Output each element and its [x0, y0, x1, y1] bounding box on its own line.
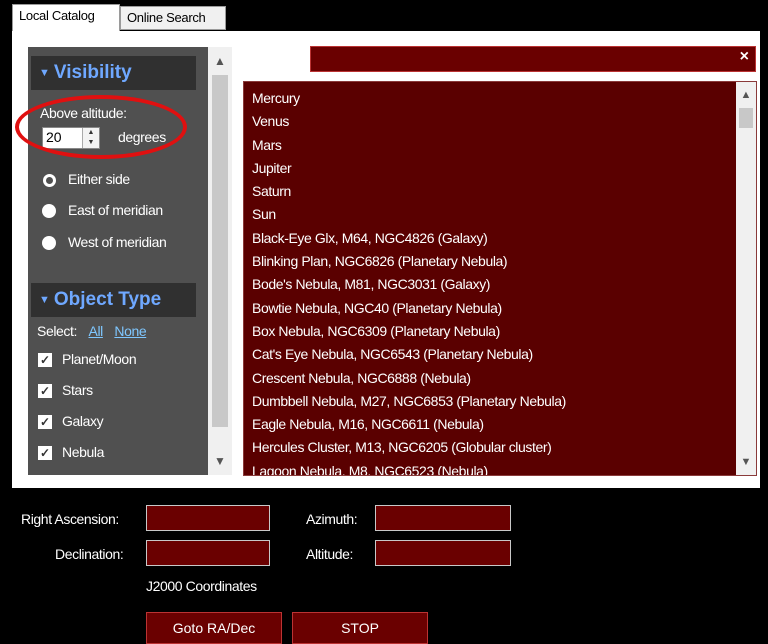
- list-item[interactable]: Bode's Nebula, M81, NGC3031 (Galaxy): [252, 273, 566, 296]
- either-side-label: Either side: [68, 171, 130, 187]
- object-list[interactable]: Mercury Venus Mars Jupiter Saturn Sun Black-Ey…: [243, 81, 757, 476]
- search-input[interactable]: ×: [310, 46, 756, 72]
- epoch-label: J2000 Coordinates: [146, 578, 257, 594]
- visibility-title: Visibility: [53, 62, 132, 84]
- highlight-annotation: [15, 95, 187, 159]
- list-item[interactable]: Cat's Eye Nebula, NGC6543 (Planetary Neb…: [252, 343, 566, 366]
- list-item[interactable]: Blinking Plan, NGC6826 (Planetary Nebula…: [252, 250, 566, 273]
- list-item[interactable]: Lagoon Nebula, M8, NGC6523 (Nebula): [252, 460, 566, 475]
- stars-label: Stars: [62, 382, 93, 398]
- list-item[interactable]: Dumbbell Nebula, M27, NGC6853 (Planetary…: [252, 390, 566, 413]
- list-item[interactable]: Mars: [252, 134, 566, 157]
- object-type-title: Object Type: [53, 289, 162, 311]
- nebula-label: Nebula: [62, 444, 104, 460]
- goto-button[interactable]: Goto RA/Dec: [146, 612, 282, 644]
- select-none-link[interactable]: None: [114, 323, 146, 339]
- list-item[interactable]: Black-Eye Glx, M64, NGC4826 (Galaxy): [252, 227, 566, 250]
- checkbox-stars[interactable]: ✓: [38, 384, 52, 398]
- filter-scrollbar[interactable]: ▲ ▼: [208, 47, 232, 475]
- list-item[interactable]: Jupiter: [252, 157, 566, 180]
- ra-label: Right Ascension:: [21, 511, 119, 527]
- checkbox-nebula[interactable]: ✓: [38, 446, 52, 460]
- list-item[interactable]: Crescent Nebula, NGC6888 (Nebula): [252, 367, 566, 390]
- stop-button[interactable]: STOP: [292, 612, 428, 644]
- scrollbar-thumb[interactable]: [212, 75, 228, 427]
- list-item[interactable]: Venus: [252, 110, 566, 133]
- azimuth-field[interactable]: [375, 505, 511, 531]
- checkbox-planet-moon[interactable]: ✓: [38, 353, 52, 367]
- search-label: Search:: [245, 51, 294, 67]
- azimuth-label: Azimuth:: [306, 511, 358, 527]
- list-item[interactable]: Hercules Cluster, M13, NGC6205 (Globular…: [252, 436, 566, 459]
- dec-label: Declination:: [55, 546, 124, 562]
- list-scroll-up-icon[interactable]: ▲: [736, 85, 756, 105]
- radio-west-of-meridian[interactable]: [42, 236, 56, 250]
- tab-strip: Local Catalog Online Search: [0, 0, 768, 33]
- object-list-items: Mercury Venus Mars Jupiter Saturn Sun Black-Ey…: [252, 87, 566, 475]
- tab-online-search[interactable]: Online Search: [120, 6, 226, 30]
- altitude-field[interactable]: [375, 540, 511, 566]
- select-row: Select: All None: [37, 323, 147, 339]
- tab-local-catalog[interactable]: Local Catalog: [12, 4, 120, 32]
- radio-east-of-meridian[interactable]: [42, 204, 56, 218]
- select-label: Select:: [37, 323, 77, 339]
- list-scrollbar-thumb[interactable]: [739, 108, 753, 128]
- visibility-header[interactable]: ▼ Visibility: [31, 56, 196, 90]
- list-item[interactable]: Sun: [252, 203, 566, 226]
- collapse-icon: ▼: [39, 294, 50, 306]
- altitude-label: Altitude:: [306, 546, 353, 562]
- scroll-up-icon[interactable]: ▲: [208, 51, 232, 71]
- collapse-icon: ▼: [39, 67, 50, 79]
- scroll-down-icon[interactable]: ▼: [208, 451, 232, 471]
- list-item[interactable]: Bowtie Nebula, NGC40 (Planetary Nebula): [252, 297, 566, 320]
- object-type-header[interactable]: ▼ Object Type: [31, 283, 196, 317]
- clear-search-icon[interactable]: ×: [740, 48, 749, 66]
- list-scrollbar[interactable]: ▲ ▼: [736, 82, 756, 475]
- select-all-link[interactable]: All: [89, 323, 104, 339]
- list-item[interactable]: Mercury: [252, 87, 566, 110]
- radio-either-side[interactable]: [43, 174, 56, 187]
- list-item[interactable]: Eagle Nebula, M16, NGC6611 (Nebula): [252, 413, 566, 436]
- dec-field[interactable]: [146, 540, 270, 566]
- west-of-meridian-label: West of meridian: [68, 234, 167, 250]
- east-of-meridian-label: East of meridian: [68, 202, 163, 218]
- list-item[interactable]: Saturn: [252, 180, 566, 203]
- list-item[interactable]: Box Nebula, NGC6309 (Planetary Nebula): [252, 320, 566, 343]
- ra-field[interactable]: [146, 505, 270, 531]
- planet-moon-label: Planet/Moon: [62, 351, 137, 367]
- list-scroll-down-icon[interactable]: ▼: [736, 452, 756, 472]
- galaxy-label: Galaxy: [62, 413, 104, 429]
- checkbox-galaxy[interactable]: ✓: [38, 415, 52, 429]
